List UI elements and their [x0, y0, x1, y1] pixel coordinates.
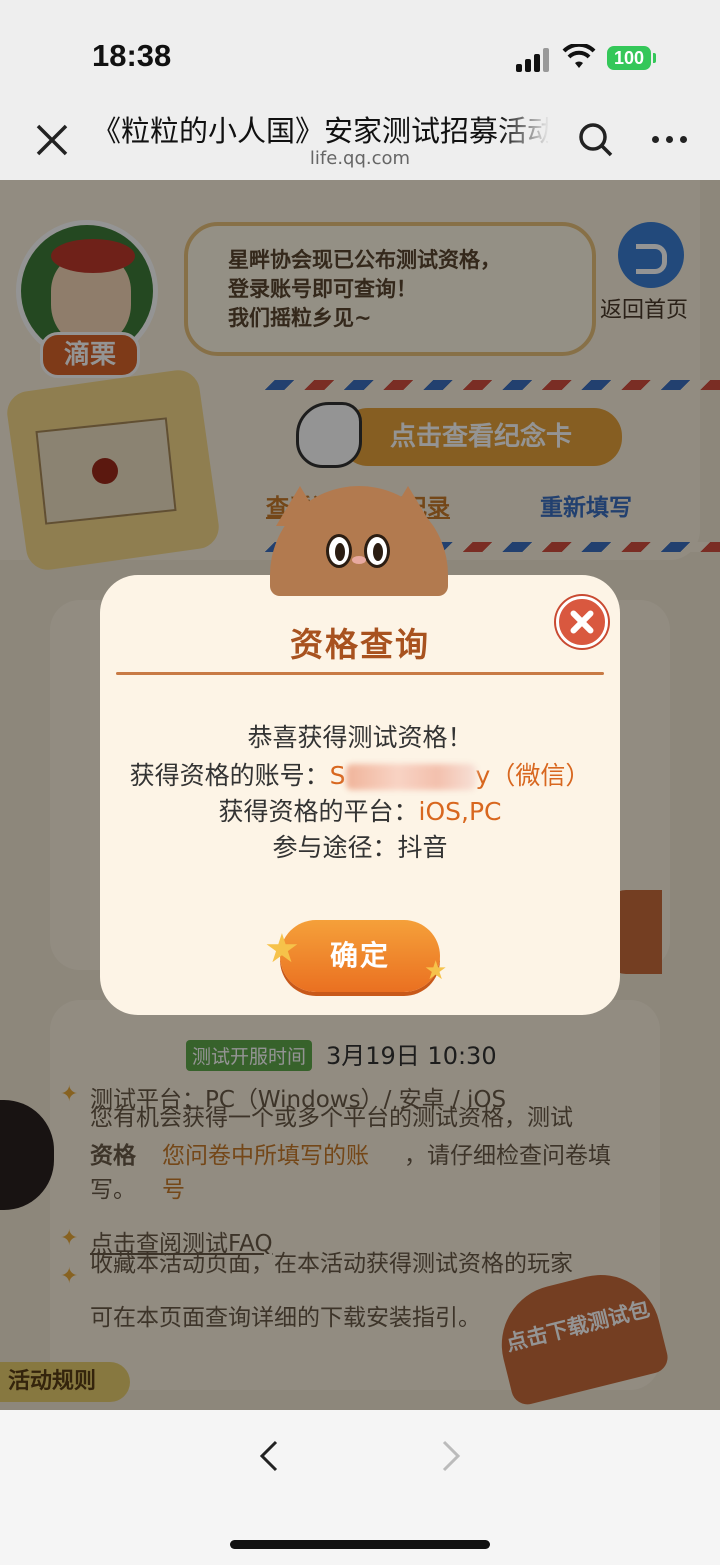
account-row: 获得资格的账号：S y（微信） — [100, 756, 620, 792]
account-label: 获得资格的账号： — [129, 761, 330, 790]
channel-label: 参与途径： — [272, 833, 398, 862]
back-arrow-icon[interactable] — [254, 1436, 284, 1476]
platform-label: 获得资格的平台： — [218, 797, 419, 826]
title-divider — [116, 672, 604, 675]
confirm-button[interactable]: 确定 — [280, 920, 440, 992]
dialog-title: 资格查询 — [290, 625, 430, 664]
more-options-icon[interactable] — [650, 132, 690, 146]
cat-nose — [352, 556, 366, 564]
battery-tip — [653, 53, 656, 63]
home-indicator — [230, 1540, 490, 1549]
account-prefix: S — [329, 761, 346, 790]
search-icon[interactable] — [576, 120, 616, 160]
cat-ear — [384, 486, 432, 526]
page-title: 《粒粒的小人国》安家测试招募活动 — [92, 114, 548, 148]
forward-arrow-icon[interactable] — [436, 1436, 466, 1476]
account-suffix: y（微信） — [475, 761, 591, 790]
congrats-text: 恭喜获得测试资格！ — [247, 723, 473, 752]
cellular-signal-icon — [516, 48, 552, 72]
star-icon: ★ — [264, 926, 300, 972]
platform-row: 获得资格的平台：iOS,PC — [100, 792, 620, 828]
star-icon: ★ — [424, 956, 448, 986]
title-fade — [500, 108, 550, 152]
cat-ear — [276, 486, 324, 526]
cat-eye — [326, 534, 352, 568]
cat-eye — [364, 534, 390, 568]
platform-value: iOS,PC — [418, 797, 502, 826]
wifi-icon — [562, 44, 596, 68]
blurred-account — [345, 764, 476, 790]
status-time: 18:38 — [92, 38, 172, 73]
channel-row: 参与途径：抖音 — [100, 828, 620, 864]
channel-value: 抖音 — [397, 833, 448, 862]
battery-icon: 100 — [607, 46, 651, 70]
